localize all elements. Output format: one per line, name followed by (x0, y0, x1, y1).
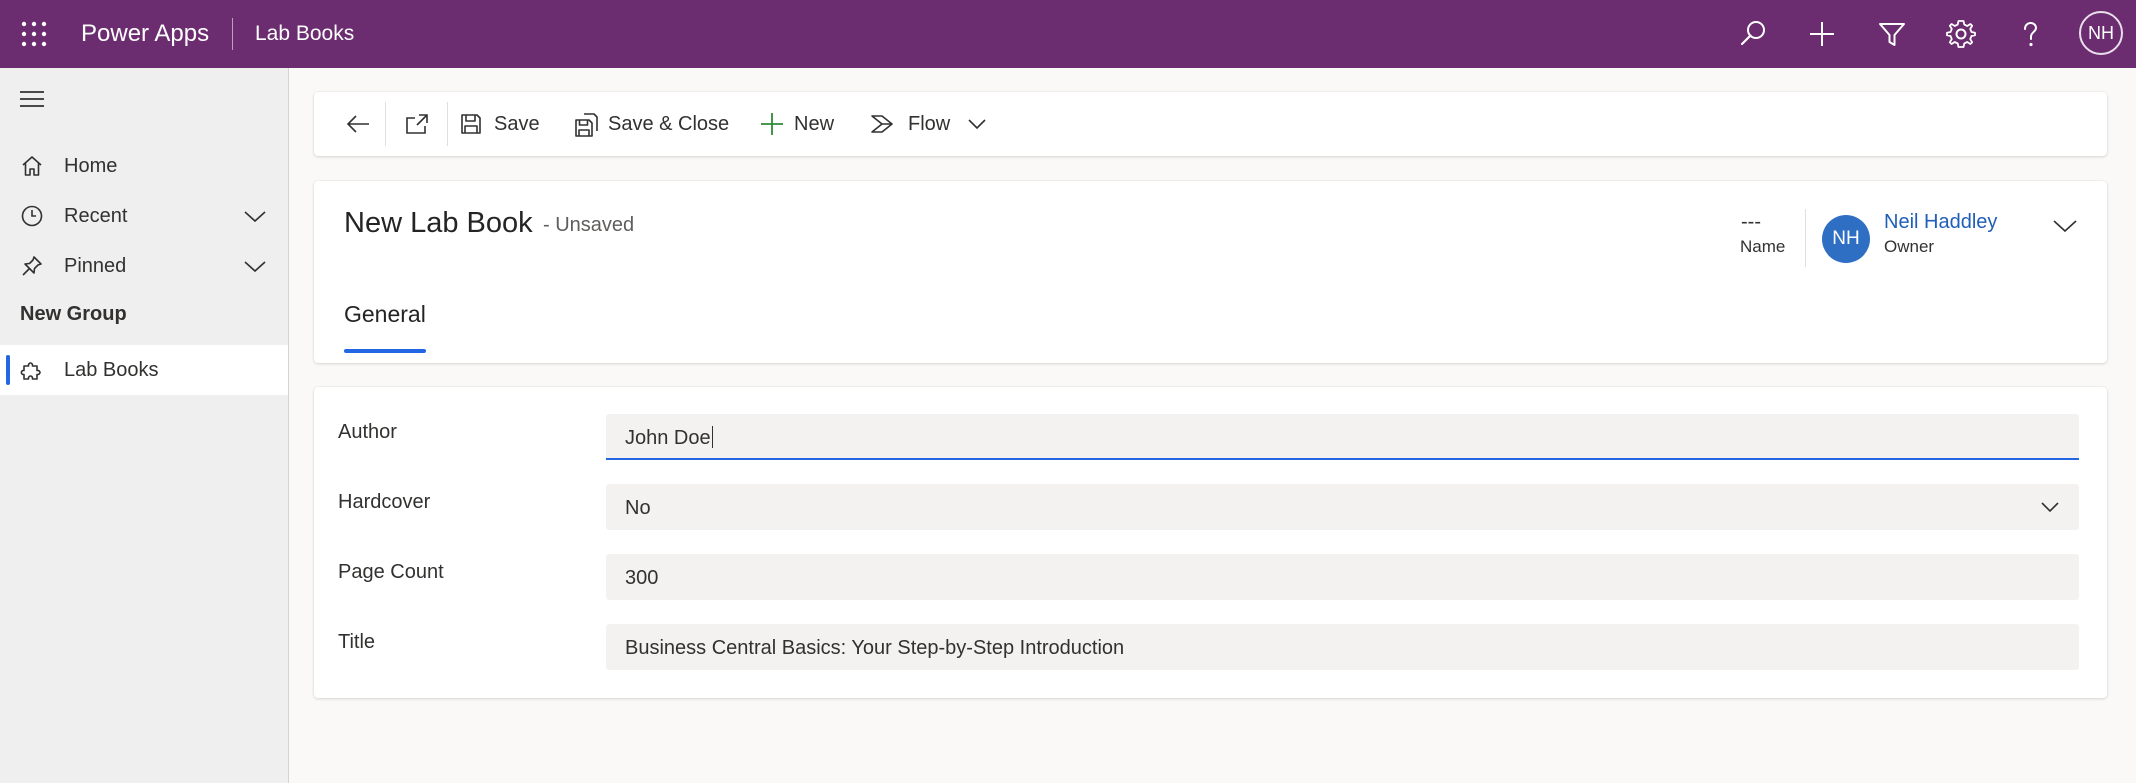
record-header: New Lab Book - Unsaved --- Name NH Neil … (314, 181, 2107, 363)
sidebar-item-home[interactable]: Home (0, 141, 288, 191)
sidebar-item-label: Pinned (64, 255, 127, 277)
hardcover-select[interactable]: No (606, 484, 2079, 530)
save-label: Save (494, 113, 540, 135)
hamburger-menu-icon[interactable] (18, 89, 46, 109)
settings-icon[interactable] (1944, 17, 1978, 51)
save-button[interactable]: Save (454, 92, 544, 156)
header-name-value: --- (1741, 211, 1761, 233)
text-cursor (711, 426, 713, 448)
search-icon[interactable] (1736, 17, 1770, 51)
back-arrow-icon (346, 115, 369, 133)
save-and-close-label: Save & Close (608, 113, 730, 135)
entity-title[interactable]: Lab Books (255, 20, 354, 48)
author-label: Author (338, 421, 397, 443)
owner-name-link[interactable]: Neil Haddley (1884, 209, 1997, 235)
popout-icon (406, 114, 428, 134)
header-name-label: Name (1740, 237, 1786, 256)
form-section: Author John Doe Hardcover No Page Count … (314, 387, 2107, 698)
pin-icon (20, 254, 44, 278)
chevron-down-icon (2039, 498, 2061, 516)
chevron-down-icon (968, 119, 986, 130)
selected-indicator (6, 355, 10, 385)
author-input[interactable]: John Doe (606, 414, 2079, 460)
user-avatar[interactable]: NH (2079, 11, 2123, 55)
header-divider (1805, 209, 1806, 267)
top-bar: Power Apps Lab Books NH (0, 0, 2136, 68)
sidebar-item-label: Recent (64, 205, 128, 227)
owner-avatar[interactable]: NH (1822, 215, 1870, 263)
app-launcher-icon[interactable] (20, 20, 48, 48)
chevron-down-icon[interactable] (242, 255, 268, 277)
header-expand-chevron-icon[interactable] (2050, 213, 2080, 239)
command-separator (447, 102, 448, 146)
flow-label: Flow (908, 113, 951, 135)
add-icon[interactable] (1805, 17, 1839, 51)
tab-selected-indicator (344, 349, 426, 353)
app-title[interactable]: Power Apps (81, 18, 209, 50)
record-title: New Lab Book (344, 207, 533, 239)
sidebar-item-recent[interactable]: Recent (0, 191, 288, 241)
save-close-icon (575, 113, 598, 137)
command-bar: Save Save & Close New Flow (314, 92, 2107, 156)
hardcover-label: Hardcover (338, 491, 431, 513)
sidebar-group-label: New Group (20, 303, 127, 325)
back-button[interactable] (340, 92, 376, 156)
sidebar-item-lab-books[interactable]: Lab Books (0, 345, 288, 395)
page-count-value: 300 (625, 567, 659, 589)
sidebar-item-pinned[interactable]: Pinned (0, 241, 288, 291)
title-input[interactable]: Business Central Basics: Your Step-by-St… (606, 624, 2079, 670)
flow-dropdown-button[interactable] (962, 92, 996, 156)
tab-general[interactable]: General (344, 299, 426, 357)
new-label: New (794, 113, 835, 135)
save-icon (461, 114, 481, 134)
filter-icon[interactable] (1875, 17, 1909, 51)
page-count-input[interactable]: 300 (606, 554, 2079, 600)
tab-label: General (344, 301, 426, 327)
sidebar-item-label: Lab Books (64, 359, 159, 381)
chevron-down-icon[interactable] (242, 205, 268, 227)
open-in-new-window-button[interactable] (396, 92, 436, 156)
record-status: - Unsaved (543, 214, 635, 236)
sidebar-item-label: Home (64, 155, 118, 177)
help-icon[interactable] (2013, 17, 2047, 51)
home-icon (20, 154, 44, 178)
owner-label: Owner (1884, 237, 1935, 256)
sidebar: Home Recent Pinned New Group Lab Books (0, 68, 289, 783)
title-label: Title (338, 631, 376, 653)
hardcover-value: No (625, 497, 651, 519)
page-count-label: Page Count (338, 561, 444, 583)
flow-button[interactable]: Flow (868, 92, 958, 156)
command-separator (385, 102, 386, 146)
top-divider (232, 18, 233, 50)
new-button[interactable]: New (757, 92, 837, 156)
add-icon (761, 113, 783, 135)
puzzle-icon (20, 358, 44, 382)
clock-icon (20, 204, 44, 228)
title-value: Business Central Basics: Your Step-by-St… (625, 637, 1125, 659)
author-value: John Doe (625, 426, 713, 449)
save-and-close-button[interactable]: Save & Close (570, 92, 730, 156)
flow-icon (871, 115, 893, 133)
